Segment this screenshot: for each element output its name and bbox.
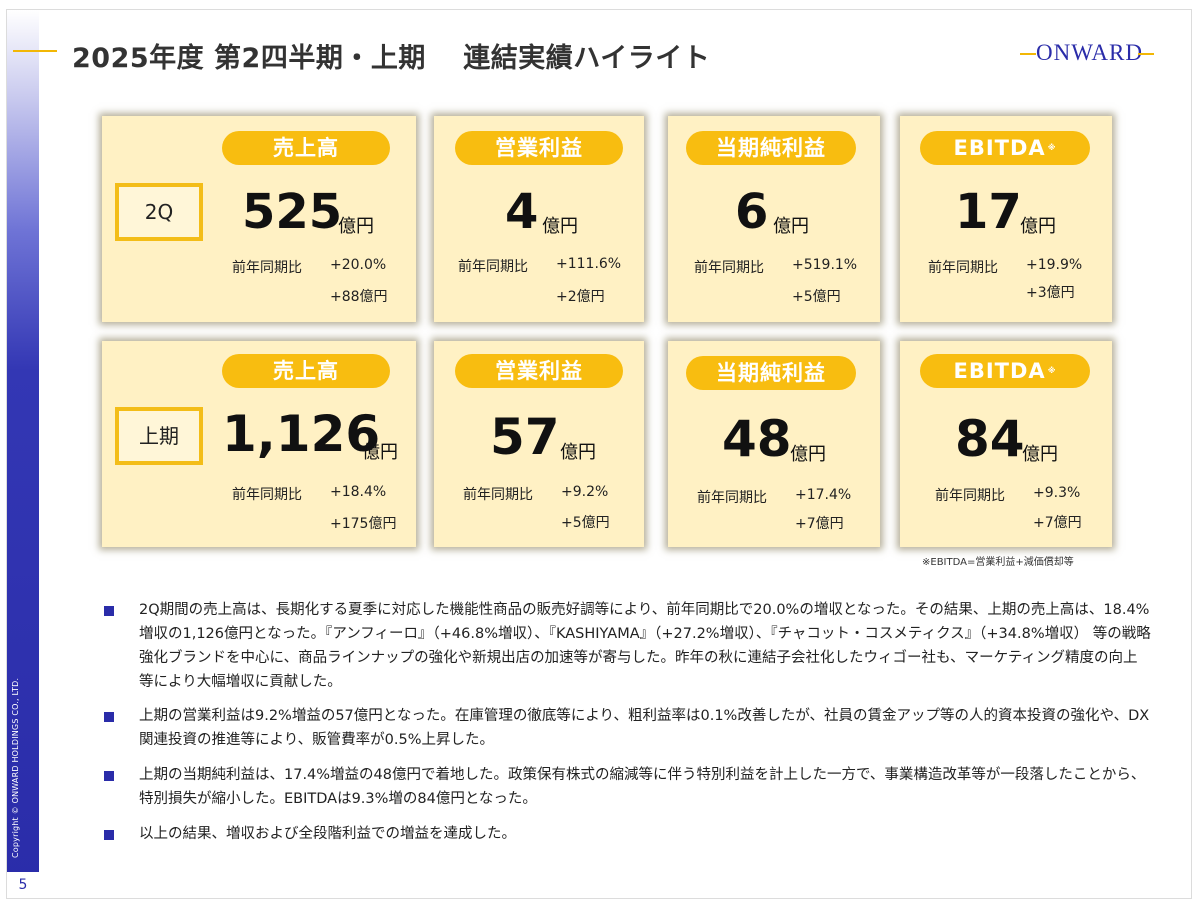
period-label-2q: 2Q	[115, 183, 203, 241]
pill-2q-net-profit: 当期純利益	[686, 131, 856, 165]
yoy-amount-2q-operating-profit: +2億円	[556, 289, 605, 305]
pill-h1-net-profit: 当期純利益	[686, 356, 856, 390]
value-h1-net-profit: 48	[722, 410, 792, 468]
unit-h1-sales: 億円	[362, 442, 398, 463]
bullet-marker-2	[104, 712, 114, 722]
yoy-label-2q-ebitda: 前年同期比	[928, 260, 998, 276]
yoy-label-2q-net-profit: 前年同期比	[694, 260, 764, 276]
yoy-amount-h1-sales: +175億円	[330, 516, 397, 532]
pill-h1-operating-profit: 営業利益	[455, 354, 623, 388]
page-number: 5	[7, 872, 39, 898]
yoy-label-2q-operating-profit: 前年同期比	[458, 259, 528, 275]
unit-h1-net-profit: 億円	[790, 444, 826, 465]
yoy-amount-2q-ebitda: +3億円	[1026, 285, 1075, 301]
unit-2q-sales: 億円	[338, 216, 374, 237]
yoy-amount-2q-sales: +88億円	[330, 289, 388, 305]
bullet-text-4: 以上の結果、増収および全段階利益での増益を達成した。	[139, 826, 516, 842]
bullet-text-2: 上期の営業利益は9.2%増益の57億円となった。在庫管理の徹底等により、粗利益率…	[139, 708, 1150, 748]
bullet-text-3: 上期の当期純利益は、17.4%増益の48億円で着地した。政策保有株式の縮減等に伴…	[139, 767, 1146, 807]
yoy-pct-2q-sales: +20.0%	[330, 257, 387, 273]
logo-line-right	[1138, 53, 1154, 55]
pill-h1-ebitda-mark: ※	[1047, 366, 1057, 375]
bullet-marker-4	[104, 830, 114, 840]
pill-h1-ebitda-label: EBITDA	[953, 359, 1046, 383]
title-accent-line	[13, 50, 57, 52]
yoy-pct-h1-sales: +18.4%	[330, 484, 387, 500]
yoy-amount-2q-net-profit: +5億円	[792, 289, 841, 305]
unit-2q-net-profit: 億円	[773, 216, 809, 237]
unit-2q-operating-profit: 億円	[542, 216, 578, 237]
value-h1-operating-profit: 57	[490, 408, 560, 466]
yoy-label-2q-sales: 前年同期比	[232, 260, 302, 276]
bullet-marker-3	[104, 771, 114, 781]
pill-2q-operating-profit: 営業利益	[455, 131, 623, 165]
yoy-label-h1-operating-profit: 前年同期比	[463, 487, 533, 503]
pill-2q-ebitda: EBITDA ※	[920, 131, 1090, 165]
value-2q-net-profit: 6	[735, 184, 769, 240]
value-2q-ebitda: 17	[955, 184, 1022, 240]
unit-h1-ebitda: 億円	[1022, 444, 1058, 465]
pill-h1-sales: 売上高	[222, 354, 390, 388]
ebitda-footnote: ※EBITDA=営業利益+減価償却等	[922, 557, 1074, 568]
pill-2q-ebitda-mark: ※	[1047, 143, 1057, 152]
yoy-pct-2q-net-profit: +519.1%	[792, 257, 858, 273]
pill-2q-sales: 売上高	[222, 131, 390, 165]
yoy-pct-2q-ebitda: +19.9%	[1026, 257, 1083, 273]
pill-h1-ebitda: EBITDA ※	[920, 354, 1090, 388]
yoy-label-h1-sales: 前年同期比	[232, 487, 302, 503]
copyright-text: Copyright © ONWARD HOLDINGS CO., LTD.	[11, 677, 20, 858]
onward-logo: ONWARD	[1036, 40, 1143, 65]
period-label-h1: 上期	[115, 407, 203, 465]
page-title: 2025年度 第2四半期・上期 連結実績ハイライト	[72, 43, 711, 74]
yoy-pct-h1-net-profit: +17.4%	[795, 487, 852, 503]
unit-2q-ebitda: 億円	[1020, 216, 1056, 237]
yoy-amount-h1-operating-profit: +5億円	[561, 515, 610, 531]
value-h1-ebitda: 84	[955, 410, 1025, 468]
logo-line-left	[1020, 53, 1036, 55]
yoy-pct-h1-operating-profit: +9.2%	[561, 484, 609, 500]
yoy-pct-h1-ebitda: +9.3%	[1033, 485, 1081, 501]
yoy-amount-h1-ebitda: +7億円	[1033, 515, 1082, 531]
yoy-pct-2q-operating-profit: +111.6%	[556, 256, 622, 272]
bullet-marker-1	[104, 606, 114, 616]
yoy-amount-h1-net-profit: +7億円	[795, 516, 844, 532]
pill-2q-ebitda-label: EBITDA	[953, 136, 1046, 160]
bullet-text-1: 2Q期間の売上高は、長期化する夏季に対応した機能性商品の販売好調等により、前年同…	[139, 602, 1151, 690]
unit-h1-operating-profit: 億円	[560, 442, 596, 463]
yoy-label-h1-ebitda: 前年同期比	[935, 488, 1005, 504]
yoy-label-h1-net-profit: 前年同期比	[697, 490, 767, 506]
value-2q-sales: 525	[242, 184, 343, 240]
value-h1-sales: 1,126	[222, 405, 381, 463]
value-2q-operating-profit: 4	[505, 184, 539, 240]
